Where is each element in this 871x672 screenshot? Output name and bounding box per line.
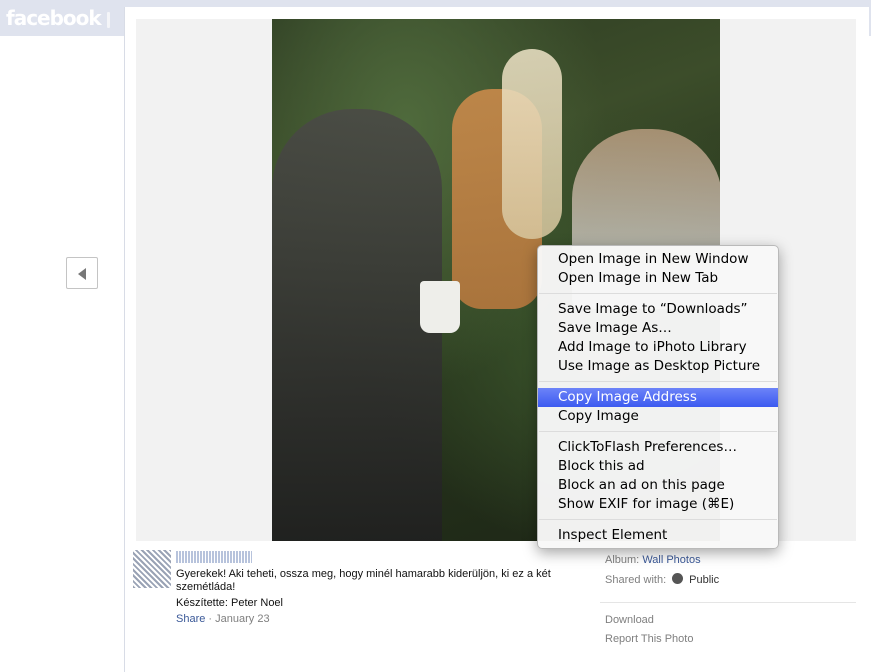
menu-item-desktop-picture[interactable]: Use Image as Desktop Picture [538,357,778,376]
post-date[interactable]: January 23 [215,613,269,625]
share-link[interactable]: Share [176,613,205,625]
context-menu: Open Image in New Window Open Image in N… [537,245,779,549]
menu-item-clicktoflash-prefs[interactable]: ClickToFlash Preferences… [538,438,778,457]
caption-meta: Share · January 23 [176,613,270,625]
menu-item-block-ad-on-page[interactable]: Block an ad on this page [538,476,778,495]
album-row: Album: Wall Photos [605,554,701,566]
menu-item-block-ad[interactable]: Block this ad [538,457,778,476]
info-divider [600,602,856,603]
menu-item-save-image-as[interactable]: Save Image As… [538,319,778,338]
photo-cup [420,281,460,333]
avatar[interactable] [133,550,171,588]
left-gutter [0,36,124,672]
menu-separator [539,519,777,520]
shared-with-label: Shared with: [605,574,667,586]
album-link[interactable]: Wall Photos [642,554,700,566]
globe-icon [672,573,684,584]
menu-separator [539,293,777,294]
menu-item-open-new-tab[interactable]: Open Image in New Tab [538,269,778,288]
photo-figure-left [272,109,442,541]
menu-item-show-exif[interactable]: Show EXIF for image (⌘E) [538,495,778,514]
download-link[interactable]: Download [605,614,654,626]
author-name-obscured[interactable] [176,551,252,563]
photo-figure-dog-white [502,49,562,239]
privacy-value[interactable]: Public [689,574,719,586]
menu-item-save-to-downloads[interactable]: Save Image to “Downloads” [538,300,778,319]
facebook-logo[interactable]: facebook [6,6,102,30]
meta-separator: · [208,613,213,625]
menu-item-add-to-iphoto[interactable]: Add Image to iPhoto Library [538,338,778,357]
menu-separator [539,381,777,382]
menu-item-copy-image-address[interactable]: Copy Image Address [538,388,778,407]
menu-item-copy-image[interactable]: Copy Image [538,407,778,426]
photo-caption: Gyerekek! Aki teheti, ossza meg, hogy mi… [176,568,551,593]
menu-item-inspect-element[interactable]: Inspect Element [538,526,778,545]
logo-divider [107,12,110,28]
previous-photo-button[interactable] [66,257,98,289]
menu-item-open-new-window[interactable]: Open Image in New Window [538,250,778,269]
report-photo-link[interactable]: Report This Photo [605,633,693,645]
album-label: Album: [605,554,640,566]
photo-credit: Készítette: Peter Noel [176,597,283,609]
privacy-row: Shared with: Public [605,573,719,586]
menu-separator [539,431,777,432]
